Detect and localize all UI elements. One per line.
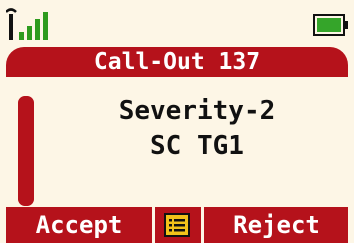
scrollbar[interactable] — [18, 96, 34, 206]
reject-button[interactable]: Reject — [205, 207, 348, 243]
radio-display-screen: Call-Out 137 Severity-2 SC TG1 Accept Re… — [0, 0, 354, 243]
scrollbar-thumb[interactable] — [18, 96, 34, 206]
accept-button[interactable]: Accept — [6, 207, 152, 243]
softkey-divider — [201, 207, 204, 243]
menu-button[interactable] — [156, 207, 200, 243]
status-bar — [0, 0, 354, 46]
talkgroup-text: SC TG1 — [150, 131, 244, 161]
menu-list-icon — [164, 213, 190, 237]
severity-text: Severity-2 — [118, 96, 276, 126]
signal-strength-icon — [6, 8, 48, 40]
softkey-divider — [152, 207, 155, 243]
battery-icon — [313, 14, 348, 36]
call-title: Call-Out 137 — [6, 47, 348, 77]
